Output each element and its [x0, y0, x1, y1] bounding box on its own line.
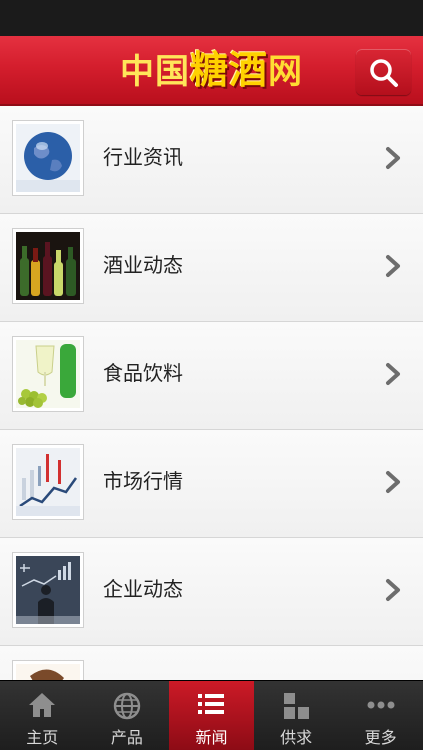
search-button[interactable] [356, 49, 411, 95]
businessman-image [12, 552, 84, 628]
home-icon [29, 693, 56, 717]
more-icon [367, 701, 395, 709]
list-item-partial[interactable] [0, 646, 423, 680]
tab-news[interactable]: 新闻 [169, 681, 254, 750]
tab-label: 产品 [110, 728, 143, 747]
tab-home[interactable]: 主页 [0, 681, 85, 750]
globe-icon [113, 692, 141, 720]
tab-label: 供求 [280, 728, 313, 747]
globe-image [12, 120, 84, 196]
tab-more[interactable]: 更多 [338, 681, 423, 750]
grapes-drink-image [12, 336, 84, 412]
list-item-label: 企业动态 [103, 577, 183, 601]
logo-text-1: 中国 [119, 52, 190, 92]
list-item-label: 行业资讯 [103, 145, 183, 169]
tab-products[interactable]: 产品 [85, 681, 170, 750]
list-item-label: 酒业动态 [103, 253, 183, 277]
search-icon [370, 59, 398, 87]
news-category-list: 行业资讯 酒业动态 食品饮料 市场行情 企业动态 [0, 106, 423, 680]
list-item-market-trends[interactable]: 市场行情 [0, 430, 423, 538]
list-item-company-news[interactable]: 企业动态 [0, 538, 423, 646]
wine-bottles-image [12, 228, 84, 304]
list-item-label: 食品饮料 [103, 361, 183, 385]
chevron-right-icon [386, 579, 400, 601]
logo-text-2: 糖酒 [189, 48, 268, 92]
logo-text-3: 网 [268, 52, 303, 92]
chevron-right-icon [386, 147, 400, 169]
list-item-label: 市场行情 [103, 469, 183, 493]
chevron-right-icon [386, 255, 400, 277]
list-item-food-beverage[interactable]: 食品饮料 [0, 322, 423, 430]
list-icon [198, 694, 225, 714]
tab-supply-demand[interactable]: 供求 [254, 681, 339, 750]
list-item-industry-news[interactable]: 行业资讯 [0, 106, 423, 214]
teapot-image [12, 660, 84, 680]
tab-label: 新闻 [195, 728, 228, 747]
tab-label: 主页 [26, 728, 59, 747]
list-item-wine-news[interactable]: 酒业动态 [0, 214, 423, 322]
chevron-right-icon [386, 471, 400, 493]
chevron-right-icon [386, 363, 400, 385]
status-bar [0, 0, 423, 36]
grid-icon [284, 693, 310, 719]
tab-label: 更多 [364, 728, 397, 747]
app-header: 中国糖酒网 [0, 36, 423, 106]
market-chart-image [12, 444, 84, 520]
bottom-tab-bar: 主页 产品 新闻 供求 更多 [0, 680, 423, 750]
